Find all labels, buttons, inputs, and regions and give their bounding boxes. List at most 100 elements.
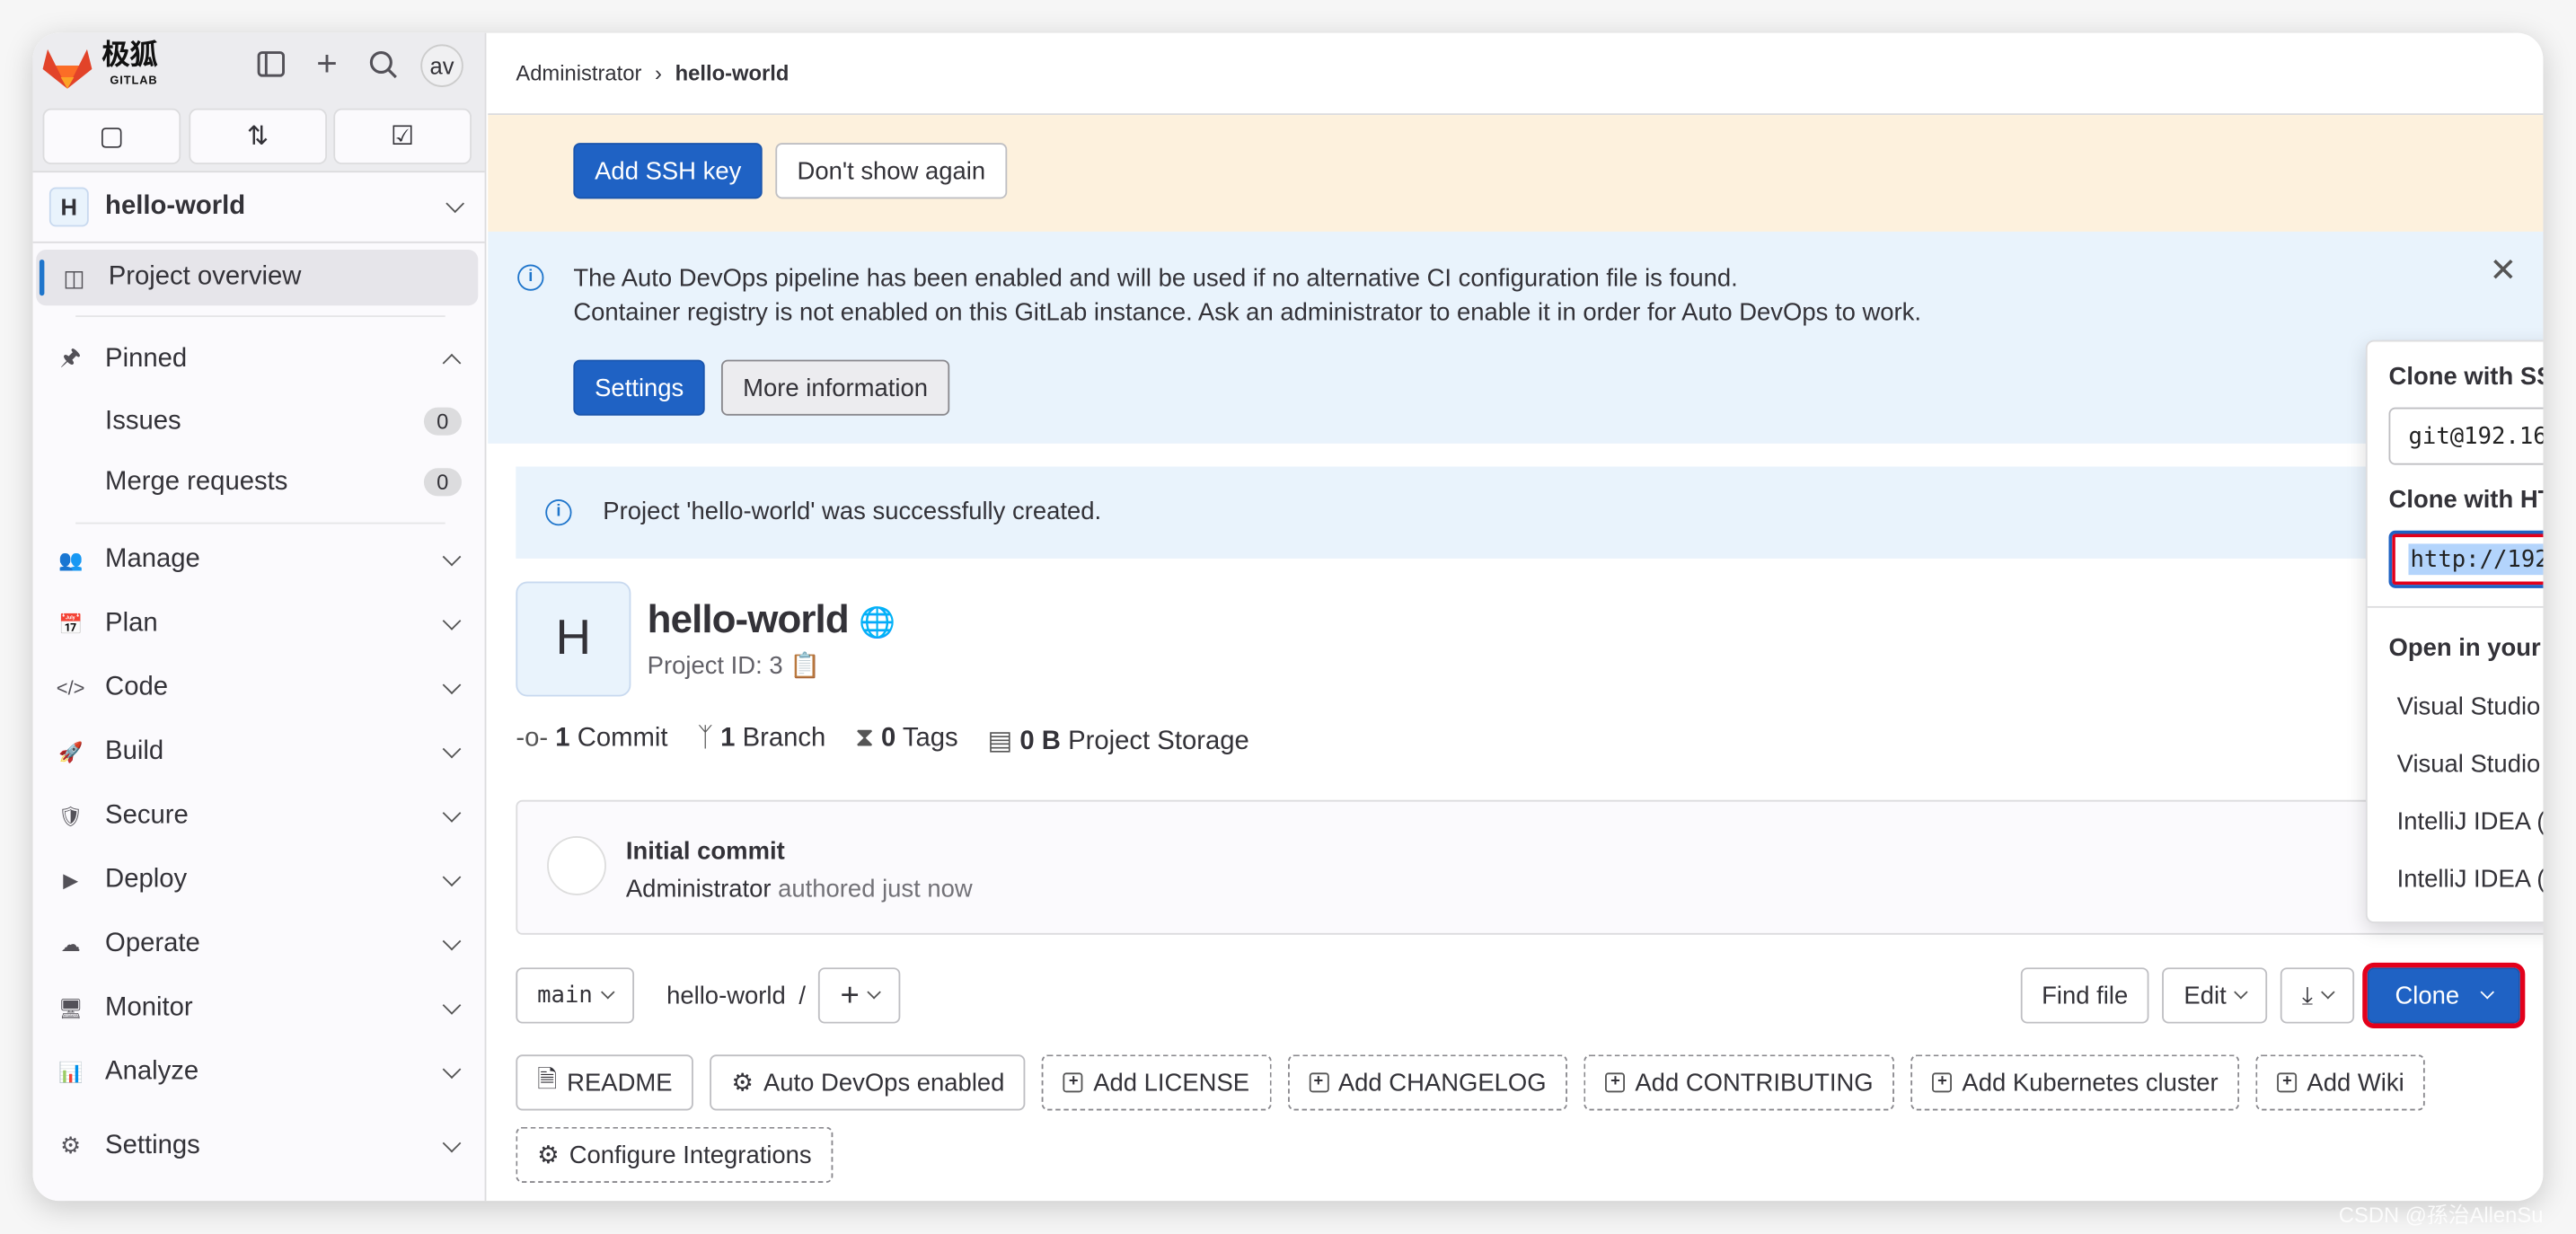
- chevron-down-icon: [2320, 985, 2335, 1000]
- add-file-dropdown[interactable]: +: [818, 967, 901, 1024]
- gear-icon: ⚙: [731, 1069, 754, 1097]
- search-icon[interactable]: [365, 49, 401, 85]
- settings-button[interactable]: Settings: [573, 359, 706, 416]
- rocket-icon: 🚀: [57, 740, 84, 763]
- http-url-input[interactable]: [2388, 530, 2544, 588]
- quick-action-button[interactable]: ⚙ Auto DevOps enabled: [710, 1054, 1027, 1111]
- sidebar-item-analyze[interactable]: 📊 Analyze: [33, 1040, 485, 1104]
- project-avatar: H: [516, 581, 631, 697]
- repo-toolbar: main hello-world / + Find file Edit ⤓ Cl…: [516, 962, 2526, 1029]
- calendar-icon: 📅: [57, 612, 84, 635]
- quick-action-button[interactable]: + Add Wiki: [2255, 1054, 2426, 1111]
- ide-option[interactable]: Visual Studio Code (HTTPS): [2389, 736, 2544, 793]
- file-icon: 🗎: [537, 1065, 558, 1094]
- users-icon: 👥: [57, 548, 84, 571]
- code-icon: </>: [56, 675, 85, 700]
- sidebar-item-project-overview[interactable]: ◫ Project overview: [36, 250, 479, 306]
- sidebar-item-issues[interactable]: Issues 0: [33, 391, 485, 452]
- chevron-down-icon: [442, 930, 462, 950]
- divider: [75, 522, 446, 524]
- ide-option[interactable]: IntelliJ IDEA (HTTPS): [2389, 851, 2544, 908]
- project-id: Project ID: 3: [647, 652, 783, 681]
- chart-icon: 📊: [57, 1060, 84, 1084]
- todo-check-icon: ☑: [391, 123, 415, 152]
- stat-commit[interactable]: -o- 1 Commit: [516, 725, 667, 758]
- ide-option[interactable]: IntelliJ IDEA (SSH): [2389, 793, 2544, 851]
- ide-option[interactable]: Visual Studio Code (SSH): [2389, 678, 2544, 736]
- main-content: Administrator › hello-world Add SSH key …: [488, 33, 2544, 1201]
- branch-icon: ᛉ: [697, 724, 714, 753]
- todos-shortcut-button[interactable]: ☑: [333, 108, 472, 164]
- stat-project-storage[interactable]: ▤ 0 B Project Storage: [988, 725, 1249, 758]
- fox-logo-icon: [42, 48, 93, 89]
- sidebar-item-merge-requests[interactable]: Merge requests 0: [33, 452, 485, 513]
- clone-dropdown-button[interactable]: Clone: [2361, 962, 2526, 1029]
- sidebar-item-secure[interactable]: 🛡 Secure: [33, 783, 485, 847]
- quick-action-button[interactable]: + Add CONTRIBUTING: [1584, 1054, 1895, 1111]
- cloud-icon: ☁: [60, 932, 81, 956]
- close-icon[interactable]: ✕: [2490, 254, 2518, 289]
- auto-devops-banner: i The Auto DevOps pipeline has been enab…: [488, 231, 2544, 444]
- commit-title[interactable]: Initial commit: [626, 833, 2544, 870]
- commit-author[interactable]: Administrator: [626, 876, 772, 903]
- more-information-button[interactable]: More information: [721, 359, 949, 416]
- download-dropdown[interactable]: ⤓: [2280, 967, 2354, 1024]
- plus-square-icon: +: [1308, 1072, 1328, 1093]
- sidebar-item-settings[interactable]: ⚙ Settings: [33, 1114, 485, 1177]
- gear-icon: ⚙: [537, 1141, 560, 1170]
- sidebar-item-operate[interactable]: ☁ Operate: [33, 912, 485, 975]
- divider: [75, 315, 446, 318]
- sidebar-item-manage[interactable]: 👥 Manage: [33, 527, 485, 591]
- info-icon: i: [517, 264, 544, 291]
- user-avatar[interactable]: av: [420, 44, 463, 87]
- quick-action-button[interactable]: ⚙ Configure Integrations: [516, 1126, 834, 1183]
- chevron-down-icon: [442, 674, 462, 694]
- ssh-key-banner: Add SSH key Don't show again: [488, 115, 2544, 232]
- stat-tags[interactable]: ⧗ 0 Tags: [855, 725, 957, 758]
- sidebar: 极狐 GITLAB + av ▢ ⇅ ☑ H hello-world ◫ Proje…: [32, 32, 487, 1202]
- stat-branch[interactable]: ᛉ 1 Branch: [697, 725, 825, 758]
- copy-icon[interactable]: 📋: [790, 652, 820, 680]
- breadcrumb-project[interactable]: hello-world: [675, 61, 790, 85]
- sidebar-item-plan[interactable]: 📅 Plan: [33, 591, 485, 655]
- quick-action-button[interactable]: + Add CHANGELOG: [1287, 1054, 1568, 1111]
- quick-action-button[interactable]: + Add Kubernetes cluster: [1910, 1054, 2240, 1111]
- sidebar-item-pinned[interactable]: 🖈 Pinned: [33, 327, 485, 391]
- count-badge: 0: [423, 407, 462, 436]
- quick-action-button[interactable]: 🗎 README: [516, 1054, 694, 1111]
- breadcrumb: Administrator › hello-world: [488, 33, 2544, 116]
- last-commit: Initial commit Administrator authored ju…: [516, 799, 2544, 935]
- sidebar-item-monitor[interactable]: 🖥 Monitor: [33, 975, 485, 1039]
- ssh-url-input[interactable]: [2388, 407, 2544, 465]
- issues-shortcut-button[interactable]: ▢: [42, 108, 181, 164]
- sidebar-item-code[interactable]: </> Code: [33, 656, 485, 719]
- breadcrumb-administrator[interactable]: Administrator: [516, 61, 641, 85]
- app-window: 极狐 GITLAB + av ▢ ⇅ ☑ H hello-world ◫ Proje…: [32, 32, 2544, 1202]
- project-stats: -o- 1 Commit ᛉ 1 Branch ⧗ 0 Tags ▤ 0 B Proj…: [516, 725, 1248, 758]
- sidebar-item-deploy[interactable]: ▶ Deploy: [33, 848, 485, 912]
- plus-square-icon: +: [1932, 1072, 1953, 1093]
- add-ssh-key-button[interactable]: Add SSH key: [573, 143, 763, 199]
- logo[interactable]: 极狐 GITLAB: [42, 41, 158, 96]
- commit-icon: -o-: [516, 724, 549, 753]
- project-badge: H: [49, 187, 89, 227]
- sidebar-item-build[interactable]: 🚀 Build: [33, 719, 485, 783]
- quick-action-button[interactable]: + Add LICENSE: [1042, 1054, 1271, 1111]
- gear-icon: ⚙: [60, 1132, 82, 1159]
- success-alert: i Project 'hello-world' was successfully …: [516, 466, 2520, 559]
- edit-dropdown[interactable]: Edit: [2162, 967, 2268, 1024]
- plus-square-icon: +: [2277, 1072, 2298, 1093]
- merge-requests-shortcut-button[interactable]: ⇅: [189, 108, 327, 164]
- repo-path[interactable]: hello-world: [666, 982, 786, 1009]
- find-file-button[interactable]: Find file: [2020, 967, 2150, 1024]
- watermark: CSDN @孫治AllenSu: [2338, 1202, 2544, 1228]
- project-switcher[interactable]: H hello-world: [32, 172, 485, 243]
- storage-icon: ▤: [987, 727, 1013, 756]
- plus-icon[interactable]: +: [309, 43, 345, 84]
- branch-selector[interactable]: main: [516, 967, 634, 1024]
- clone-dropdown-menu: Clone with SSH 📋 Clone with HTTP 📋 Open …: [2365, 339, 2544, 923]
- chevron-down-icon: [442, 738, 462, 758]
- toggle-sidebar-icon[interactable]: [253, 49, 289, 85]
- dont-show-again-button[interactable]: Don't show again: [775, 143, 1007, 199]
- chevron-down-icon: [442, 1133, 462, 1152]
